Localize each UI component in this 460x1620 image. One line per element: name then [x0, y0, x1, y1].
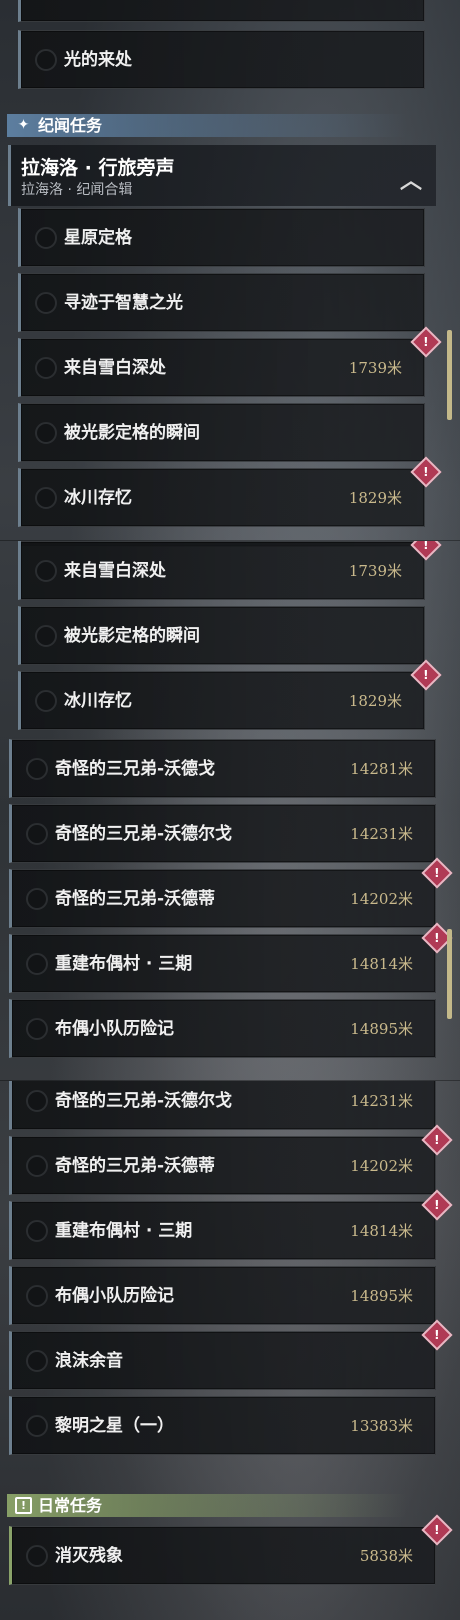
screen-strip-2: 来自雪白深处 1739米! 被光影定格的瞬间 冰川存忆 1829米! 奇怪的三兄弟-沃德戈…: [0, 540, 460, 1080]
quest-row[interactable]: 黎明之星（一） 13383米: [9, 1396, 436, 1455]
alert-diamond-icon: !: [410, 541, 442, 561]
quest-distance: 14231米: [350, 1092, 413, 1110]
quest-status-circle: [26, 1545, 48, 1567]
group-header[interactable]: 拉海洛 · 行旅旁声 拉海洛 · 纪闻合辑 ︿: [8, 145, 436, 206]
quest-distance: 14895米: [350, 1287, 413, 1305]
group-subtitle: 拉海洛 · 纪闻合辑: [21, 182, 133, 198]
quest-row[interactable]: 奇怪的三兄弟-沃德尔戈 14231米: [9, 1081, 436, 1130]
quest-row[interactable]: 来自雪白深处 1739米!: [18, 541, 442, 600]
quest-title: 布偶小队历险记: [55, 1286, 174, 1306]
quest-distance: 13383米: [350, 1417, 413, 1435]
quest-distance: 1739米: [348, 562, 402, 580]
quest-status-circle: [35, 49, 57, 71]
quest-title: 来自雪白深处: [64, 358, 166, 378]
quest-status-circle: [26, 1090, 48, 1112]
quest-distance: 14814米: [350, 1222, 413, 1240]
quest-title: 消灭残象: [55, 1546, 123, 1566]
section-title: 纪闻任务: [38, 116, 103, 135]
quest-distance: 14202米: [350, 890, 413, 908]
quest-row[interactable]: 奇怪的三兄弟-沃德尔戈 14231米: [9, 804, 436, 863]
quest-title: 重建布偶村 · 三期: [55, 1221, 193, 1241]
quest-status-circle: [26, 1350, 48, 1372]
quest-row[interactable]: 被光影定格的瞬间: [18, 403, 425, 462]
section-header-daily: ! 日常任务: [7, 1494, 407, 1517]
quest-status-circle: [35, 292, 57, 314]
quest-title: 奇怪的三兄弟-沃德蒂: [55, 1156, 216, 1176]
quest-row-cutoff[interactable]: [18, 0, 425, 22]
quest-title: 星原定格: [64, 228, 132, 248]
quest-row[interactable]: 浪沫余音!: [9, 1319, 453, 1390]
quest-title: 被光影定格的瞬间: [64, 423, 200, 443]
quest-row[interactable]: 重建布偶村 · 三期 14814米!: [9, 1189, 453, 1260]
screen-strip-1: 光的来处 ✦ 纪闻任务 拉海洛 · 行旅旁声 拉海洛 · 纪闻合辑 ︿ 星原定格…: [0, 0, 460, 540]
quest-distance: 14895米: [350, 1020, 413, 1038]
chevron-up-icon[interactable]: ︿: [400, 163, 422, 195]
quest-title: 被光影定格的瞬间: [64, 626, 200, 646]
quest-status-circle: [35, 625, 57, 647]
quest-row[interactable]: 冰川存忆 1829米!: [18, 659, 442, 730]
quest-distance: 1829米: [348, 692, 402, 710]
quest-status-circle: [26, 1155, 48, 1177]
quest-title: 黎明之星（一）: [55, 1416, 174, 1436]
quest-title: 奇怪的三兄弟-沃德蒂: [55, 889, 216, 909]
quest-row[interactable]: 奇怪的三兄弟-沃德戈 14281米: [9, 739, 436, 798]
quest-row[interactable]: 奇怪的三兄弟-沃德蒂 14202米!: [9, 1124, 453, 1195]
group-title: 拉海洛 · 行旅旁声: [21, 157, 175, 179]
quest-row[interactable]: 来自雪白深处 1739米!: [18, 326, 442, 397]
quest-title: 奇怪的三兄弟-沃德尔戈: [55, 824, 233, 844]
quest-row[interactable]: 布偶小队历险记 14895米: [9, 1266, 436, 1325]
quest-title: 奇怪的三兄弟-沃德戈: [55, 759, 216, 779]
quest-title: 冰川存忆: [64, 488, 132, 508]
alert-diamond-icon: !: [421, 1514, 453, 1546]
quest-row[interactable]: 消灭残象 5838米!: [9, 1514, 453, 1585]
quest-row[interactable]: 光的来处: [18, 30, 425, 89]
quest-title: 奇怪的三兄弟-沃德尔戈: [55, 1091, 233, 1111]
quest-status-circle: [35, 560, 57, 582]
screen-strip-3: 奇怪的三兄弟-沃德尔戈 14231米奇怪的三兄弟-沃德蒂 14202米! 重建布偶村 …: [0, 1080, 460, 1620]
quest-title: 布偶小队历险记: [55, 1019, 174, 1039]
quest-status-circle: [35, 422, 57, 444]
quest-title: 寻迹于智慧之光: [64, 293, 183, 313]
quest-row[interactable]: 奇怪的三兄弟-沃德蒂 14202米!: [9, 857, 453, 928]
quest-status-circle: [26, 823, 48, 845]
quest-distance: 1829米: [348, 489, 402, 507]
quest-row[interactable]: 冰川存忆 1829米!: [18, 456, 442, 527]
quest-status-circle: [26, 1285, 48, 1307]
quest-row[interactable]: 星原定格: [18, 208, 425, 267]
quest-status-circle: [26, 888, 48, 910]
quest-status-circle: [35, 487, 57, 509]
quest-row[interactable]: 寻迹于智慧之光: [18, 273, 425, 332]
quest-distance: 14202米: [350, 1157, 413, 1175]
quest-distance: 14231米: [350, 825, 413, 843]
quest-title: 重建布偶村 · 三期: [55, 954, 193, 974]
quest-status-circle: [35, 690, 57, 712]
scrollbar-thumb[interactable]: [447, 929, 452, 1019]
quest-title: 浪沫余音: [55, 1351, 123, 1371]
quest-title: 冰川存忆: [64, 691, 132, 711]
sparkle-icon: ✦: [17, 117, 30, 133]
quest-title: 光的来处: [64, 50, 132, 70]
quest-status-circle: [26, 953, 48, 975]
quest-status-circle: [26, 758, 48, 780]
section-title: 日常任务: [38, 1496, 103, 1515]
quest-row[interactable]: 被光影定格的瞬间: [18, 606, 425, 665]
quest-title: 来自雪白深处: [64, 561, 166, 581]
section-header-story: ✦ 纪闻任务: [7, 114, 407, 137]
quest-distance: 14814米: [350, 955, 413, 973]
quest-distance: 5838米: [359, 1547, 413, 1565]
quest-status-circle: [35, 357, 57, 379]
quest-distance: 1739米: [348, 359, 402, 377]
quest-status-circle: [26, 1018, 48, 1040]
quest-status-circle: [35, 227, 57, 249]
exclamation-box-icon: !: [15, 1497, 32, 1514]
quest-status-circle: [26, 1415, 48, 1437]
quest-row[interactable]: 重建布偶村 · 三期 14814米!: [9, 922, 453, 993]
quest-status-circle: [26, 1220, 48, 1242]
scrollbar-thumb[interactable]: [447, 330, 452, 420]
quest-row[interactable]: 布偶小队历险记 14895米: [9, 999, 436, 1058]
quest-distance: 14281米: [350, 760, 413, 778]
